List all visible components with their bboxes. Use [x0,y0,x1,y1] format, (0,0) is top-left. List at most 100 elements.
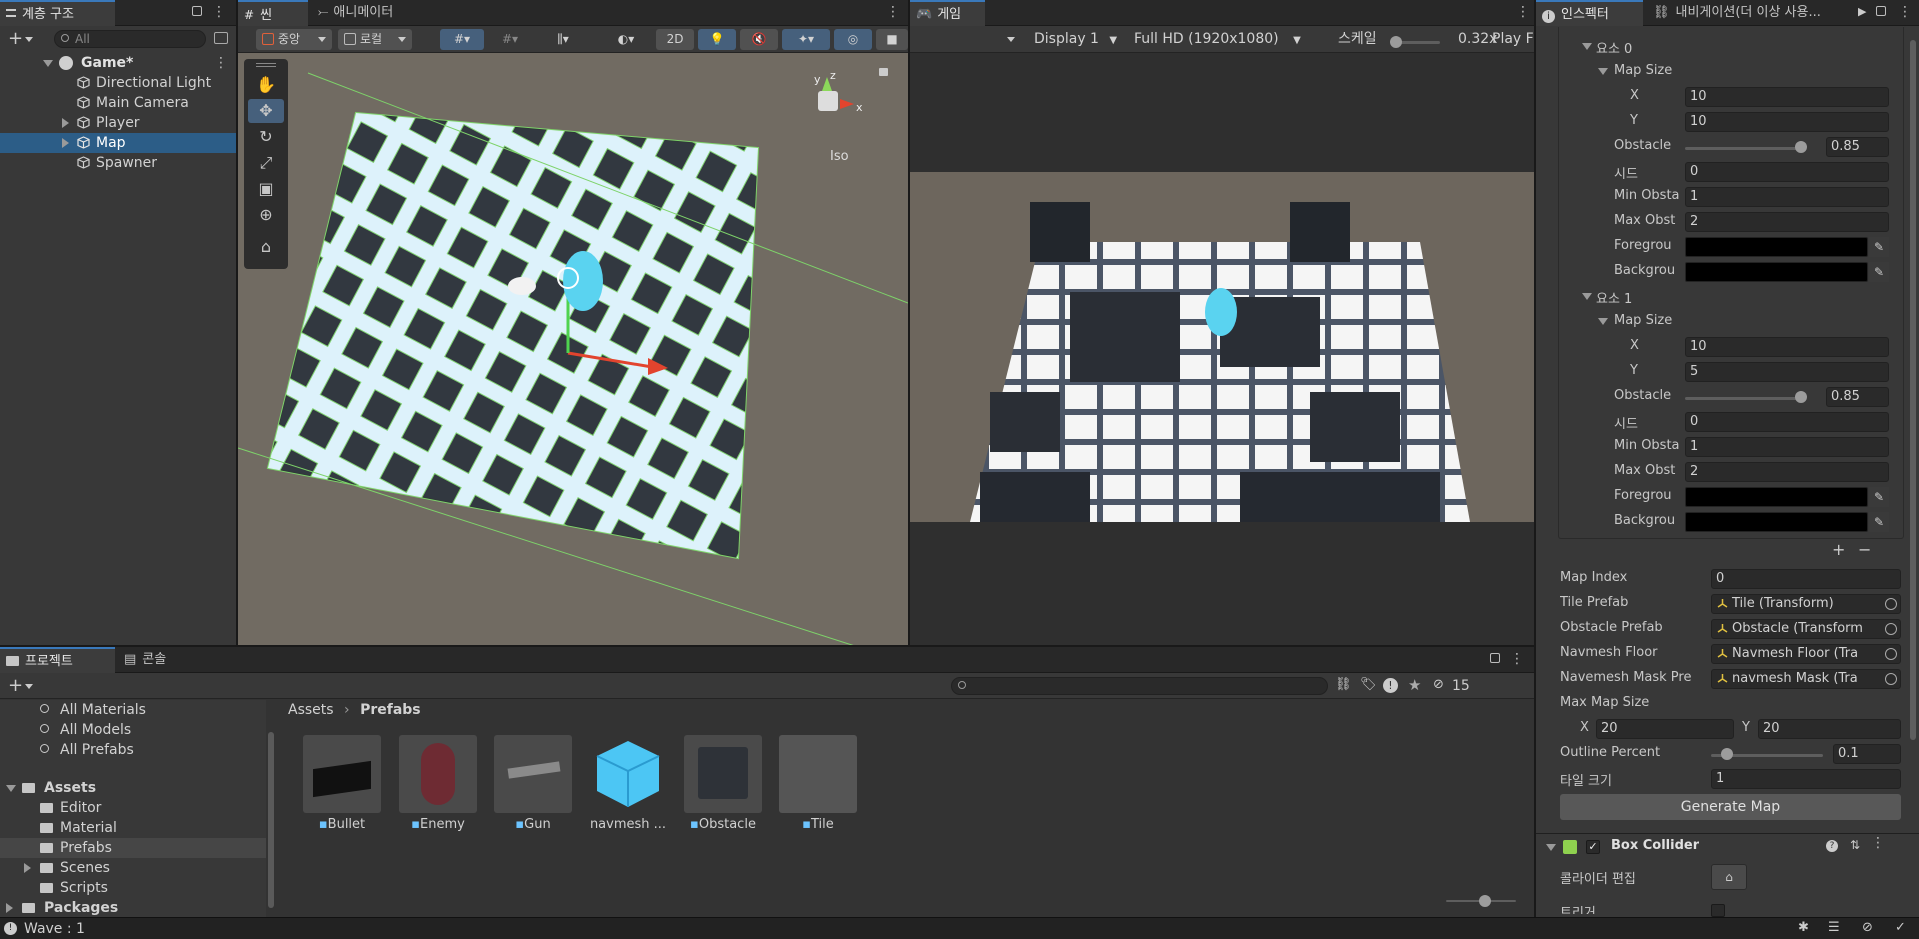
max-y-field[interactable]: 20 [1758,719,1901,739]
folder-material[interactable]: Material [0,818,266,838]
eyedropper-icon[interactable]: ✎ [1869,487,1889,507]
element-0-x-field[interactable]: 10 [1685,87,1889,107]
element-0-obstacle-field[interactable]: 0.85 [1826,137,1889,157]
audio-toggle-icon[interactable]: 🔇 [740,29,778,50]
collapse-arrow-icon[interactable] [62,118,69,128]
list-add-button[interactable]: + [1832,540,1845,559]
trigger-checkbox[interactable] [1711,904,1725,917]
tile-prefab-field[interactable]: Tile (Transform) [1711,594,1901,614]
shading-mode-button[interactable]: ◐▾ [604,29,648,50]
grid-visibility-button[interactable]: ⫼▾ [538,29,588,50]
element-0-obstacle-knob[interactable] [1795,141,1807,153]
rect-tool-icon[interactable]: ▣ [248,177,284,201]
asset-enemy[interactable]: ▪Enemy [399,735,477,832]
tab-scene[interactable]: # 씬 [238,0,308,26]
add-icon[interactable]: + [8,28,23,49]
collapse-arrow-icon[interactable] [62,138,69,148]
mapsize-expand-icon[interactable] [1598,68,1608,75]
search-by-type-icon[interactable]: ⛓ [1335,677,1352,692]
map-index-field[interactable]: 0 [1711,569,1901,589]
lock-icon[interactable] [1490,653,1500,663]
hierarchy-item-directional-light[interactable]: Directional Light [0,73,236,93]
component-menu-icon[interactable]: ⋮ [1871,835,1885,851]
asset-bullet[interactable]: ▪Bullet [303,735,381,832]
outline-percent-knob[interactable] [1721,748,1733,760]
mapsize-expand-icon[interactable] [1598,318,1608,325]
outline-percent-field[interactable]: 0.1 [1833,744,1901,764]
project-menu-icon[interactable]: ⋮ [1510,651,1524,667]
camera-settings-icon[interactable]: ■ [876,29,908,50]
iso-label[interactable]: Iso [830,149,849,164]
lock-icon[interactable] [1876,6,1886,16]
preset-icon[interactable]: ⇅ [1850,838,1860,852]
eyedropper-icon[interactable]: ✎ [1869,262,1889,282]
collapse-arrow-icon[interactable] [24,863,31,873]
gizmo-lock-icon[interactable] [879,68,888,76]
lighting-toggle-icon[interactable]: 💡 [698,29,736,50]
scene-menu-icon[interactable]: ⋮ [214,53,228,73]
box-collider-enable-checkbox[interactable]: ✓ [1586,840,1600,854]
search-by-label-icon[interactable]: 🏷 [1360,677,1377,692]
inspector-menu-icon[interactable]: ⋮ [1898,4,1912,20]
tree-scrollbar[interactable] [268,732,274,908]
folder-scripts[interactable]: Scripts [0,878,266,898]
generate-map-button[interactable]: Generate Map [1560,794,1901,820]
max-x-field[interactable]: 20 [1596,719,1734,739]
element-1-x-field[interactable]: 10 [1685,337,1889,357]
list-remove-button[interactable]: − [1858,540,1871,559]
favorite-all-materials[interactable]: All Materials [0,700,266,720]
search-filter-icon[interactable] [214,32,228,44]
check-icon[interactable]: ✓ [1895,920,1906,935]
log-filter-icon[interactable]: ! [1383,678,1398,693]
object-picker-icon[interactable] [1885,623,1897,635]
effects-toggle-icon[interactable]: ✦▾ [782,29,830,50]
tab-hierarchy[interactable]: 계층 구조 [0,0,115,26]
hand-tool-icon[interactable]: ✋ [248,73,284,97]
element-1-obstacle-knob[interactable] [1795,391,1807,403]
tab-game[interactable]: 🎮 게임 [910,0,985,26]
navmesh-floor-field[interactable]: Navmesh Floor (Tra [1711,644,1901,664]
assets-root[interactable]: Assets [0,778,266,798]
transform-tool-icon[interactable]: ⊕ [248,203,284,227]
element-0-min-field[interactable]: 1 [1685,187,1889,207]
help-icon[interactable]: ? [1826,840,1838,852]
space-dropdown[interactable]: 로컬 [338,29,412,50]
element-1-y-field[interactable]: 5 [1685,362,1889,382]
navmask-field[interactable]: navmesh Mask (Tra [1711,669,1901,689]
element-0-seed-field[interactable]: 0 [1685,162,1889,182]
folder-scenes[interactable]: Scenes [0,858,266,878]
tab-animator[interactable]: ⤚ 애니메이터 [312,0,422,26]
folder-editor[interactable]: Editor [0,798,266,818]
inspector-scrollbar[interactable] [1910,40,1916,740]
asset-obstacle[interactable]: ▪Obstacle [684,735,762,832]
object-picker-icon[interactable] [1885,648,1897,660]
hierarchy-search-input[interactable]: All [54,30,206,48]
progress-icon[interactable]: ⊘ [1862,920,1873,935]
mode-2d-button[interactable]: 2D [656,29,694,50]
asset-tile[interactable]: ▪Tile [779,735,857,832]
create-dropdown-icon[interactable] [25,684,33,689]
scene-menu-icon[interactable]: ⋮ [886,4,900,20]
hierarchy-item-spawner[interactable]: Spawner [0,153,236,173]
palette-drag-icon[interactable] [256,63,276,67]
element-expand-icon[interactable] [1582,293,1592,300]
element-expand-icon[interactable] [1582,43,1592,50]
favorite-all-models[interactable]: All Models [0,720,266,740]
expand-arrow-icon[interactable] [43,60,53,67]
increment-snap-button[interactable]: #▾ [488,29,532,50]
hierarchy-item-map[interactable]: Map [0,133,236,153]
eyedropper-icon[interactable]: ✎ [1869,512,1889,532]
element-1-seed-field[interactable]: 0 [1685,412,1889,432]
create-icon[interactable]: + [8,675,23,696]
element-0-background-color[interactable] [1685,262,1868,282]
scene-row[interactable]: Game* ⋮ [0,53,236,73]
status-message[interactable]: Wave : 1 [24,921,85,937]
grid-snap-button[interactable]: #▾ [440,29,484,50]
hierarchy-item-main-camera[interactable]: Main Camera [0,93,236,113]
object-picker-icon[interactable] [1885,673,1897,685]
custom-tool-icon[interactable]: ⌂ [248,235,284,259]
add-dropdown-icon[interactable] [25,37,33,42]
scale-slider-knob[interactable] [1390,36,1402,48]
move-tool-icon[interactable]: ✥ [248,99,284,123]
element-0-obstacle-slider[interactable] [1685,147,1797,150]
